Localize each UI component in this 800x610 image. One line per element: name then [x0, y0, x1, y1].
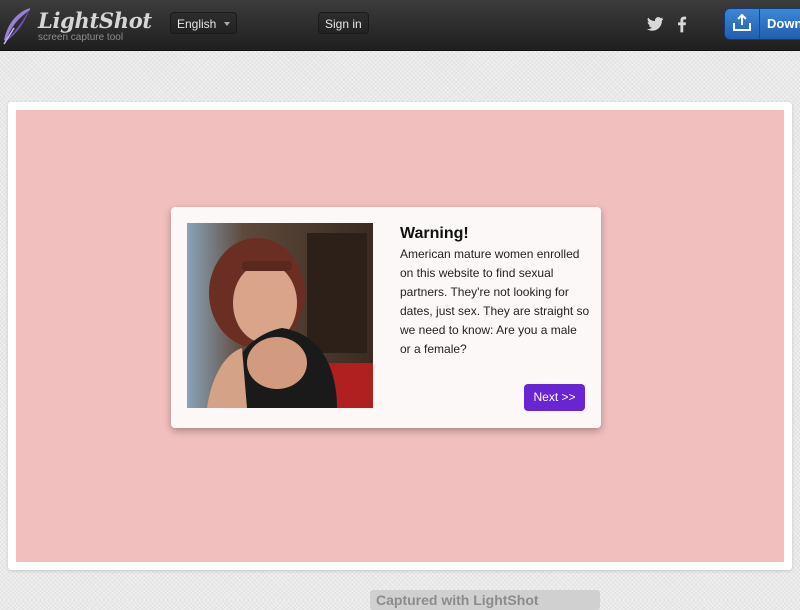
warning-message: American mature women enrolled on this w… — [400, 247, 590, 356]
language-dropdown[interactable]: English — [170, 12, 238, 34]
profile-photo — [187, 223, 373, 408]
chevron-down-icon — [224, 22, 231, 26]
next-button[interactable]: Next >> — [524, 384, 585, 411]
download-button[interactable]: Down — [724, 8, 800, 40]
logo-subtitle: screen capture tool — [38, 32, 124, 43]
warning-modal: Warning! American mature women enrolled … — [171, 207, 601, 428]
tray-upload-icon — [725, 9, 760, 39]
top-nav-bar: LightShot screen capture tool English Si… — [0, 0, 800, 51]
sign-in-button[interactable]: Sign in — [318, 12, 369, 34]
language-label: English — [177, 17, 217, 31]
lightshot-logo[interactable]: LightShot screen capture tool — [0, 4, 152, 46]
warning-title: Warning! — [400, 225, 469, 242]
twitter-icon[interactable] — [645, 14, 665, 34]
download-label: Down — [767, 16, 800, 31]
captured-with-caption: Captured with LightShot — [370, 590, 600, 610]
facebook-icon[interactable] — [672, 14, 692, 34]
logo-title: LightShot — [38, 8, 152, 33]
feather-icon — [3, 8, 30, 45]
